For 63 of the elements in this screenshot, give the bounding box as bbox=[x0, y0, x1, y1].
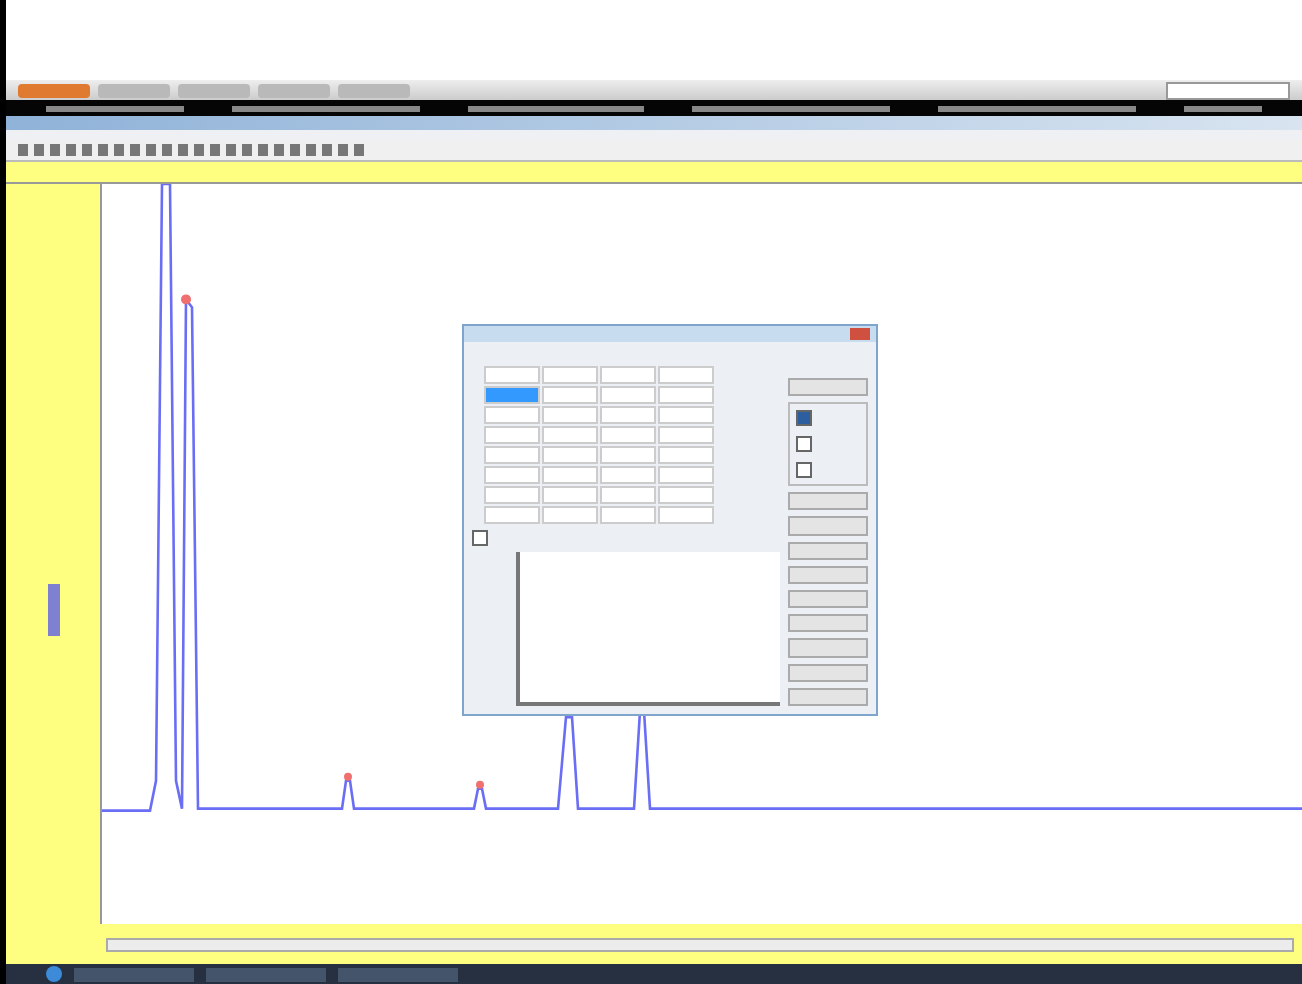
bookmark-link[interactable] bbox=[467, 105, 645, 111]
toolbar-button[interactable] bbox=[18, 83, 90, 97]
search-field[interactable] bbox=[1166, 81, 1290, 99]
dialog-button[interactable] bbox=[788, 638, 868, 658]
taskbar-item[interactable] bbox=[206, 967, 326, 981]
grid-cell[interactable] bbox=[600, 486, 656, 504]
grid-cell[interactable] bbox=[658, 386, 714, 404]
checkbox[interactable] bbox=[796, 436, 812, 453]
grid-cell[interactable] bbox=[484, 446, 540, 464]
bookmark-link[interactable] bbox=[232, 105, 420, 111]
grid-cell[interactable] bbox=[542, 506, 598, 524]
grid-cell[interactable] bbox=[484, 466, 540, 484]
grid-cell[interactable] bbox=[484, 386, 540, 404]
scroll-bar[interactable] bbox=[106, 937, 1294, 951]
grid-cell[interactable] bbox=[658, 486, 714, 504]
dialog-button[interactable] bbox=[788, 614, 868, 633]
dialog-button[interactable] bbox=[788, 687, 868, 707]
dialog-button[interactable] bbox=[788, 492, 868, 511]
grid-cell[interactable] bbox=[484, 506, 540, 524]
grid-cell[interactable] bbox=[542, 466, 598, 484]
grid-cell[interactable] bbox=[542, 386, 598, 404]
dialog-button[interactable] bbox=[788, 663, 868, 682]
dialog-button[interactable] bbox=[788, 590, 868, 609]
dialog-button[interactable] bbox=[788, 541, 868, 560]
grid-cell[interactable] bbox=[484, 486, 540, 504]
grid-cell[interactable] bbox=[542, 486, 598, 504]
grid-cell[interactable] bbox=[658, 426, 714, 444]
grid-cell[interactable] bbox=[542, 446, 598, 464]
grid-cell[interactable] bbox=[658, 366, 714, 384]
grid-cell[interactable] bbox=[600, 446, 656, 464]
grid-cell[interactable] bbox=[658, 506, 714, 524]
grid-cell[interactable] bbox=[600, 366, 656, 384]
grid-cell[interactable] bbox=[600, 386, 656, 404]
checkbox[interactable] bbox=[472, 530, 488, 546]
grid-cell[interactable] bbox=[658, 466, 714, 484]
start-icon[interactable] bbox=[46, 966, 62, 982]
toolbar-button[interactable] bbox=[338, 83, 410, 97]
dialog-button[interactable] bbox=[788, 378, 868, 397]
grid-cell[interactable] bbox=[658, 406, 714, 424]
bookmark-link[interactable] bbox=[692, 105, 890, 111]
grid-cell[interactable] bbox=[600, 426, 656, 444]
dialog-button[interactable] bbox=[788, 565, 868, 585]
grid-cell[interactable] bbox=[600, 506, 656, 524]
grid-cell[interactable] bbox=[484, 366, 540, 384]
close-button[interactable] bbox=[850, 328, 870, 340]
grid-cell[interactable] bbox=[542, 406, 598, 424]
toolbar-button[interactable] bbox=[178, 83, 250, 97]
grid-cell[interactable] bbox=[542, 426, 598, 444]
grid-cell[interactable] bbox=[484, 406, 540, 424]
bookmark-link[interactable] bbox=[46, 105, 185, 111]
checkbox[interactable] bbox=[796, 462, 812, 479]
taskbar-item[interactable] bbox=[338, 967, 458, 981]
taskbar-item[interactable] bbox=[74, 967, 194, 981]
axis-marker bbox=[48, 584, 60, 636]
bookmark-link[interactable] bbox=[937, 105, 1136, 111]
grid-cell[interactable] bbox=[600, 466, 656, 484]
grid-cell[interactable] bbox=[484, 426, 540, 444]
grid-cell[interactable] bbox=[600, 406, 656, 424]
checkbox[interactable] bbox=[796, 410, 812, 427]
grid-cell[interactable] bbox=[542, 366, 598, 384]
grid-cell[interactable] bbox=[658, 446, 714, 464]
dialog-button[interactable] bbox=[788, 516, 868, 536]
bookmark-link[interactable] bbox=[1183, 105, 1262, 111]
